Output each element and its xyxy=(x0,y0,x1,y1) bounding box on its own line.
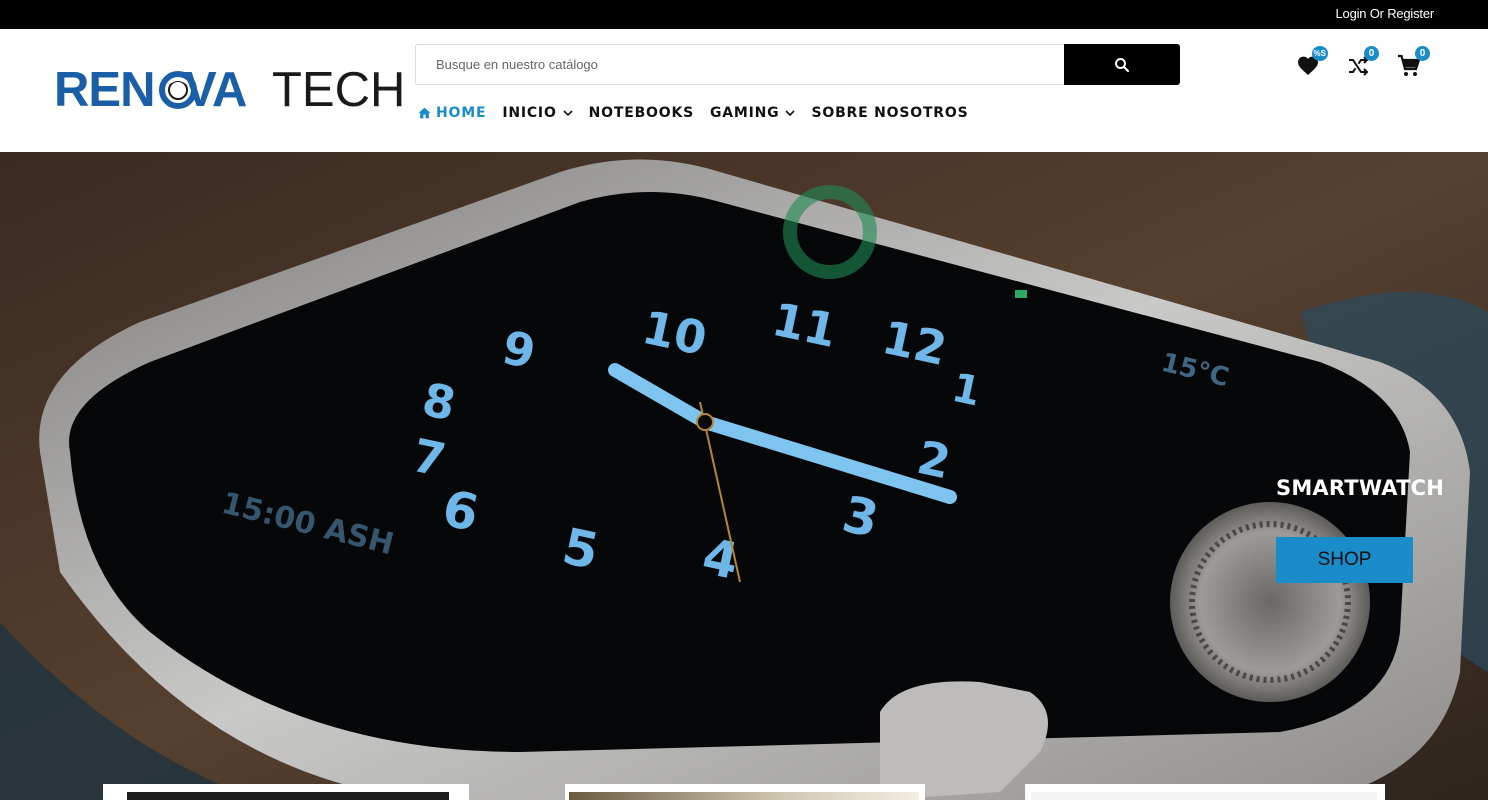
card-image xyxy=(569,792,919,800)
hero-slider[interactable]: 10 11 12 1 2 3 4 5 6 7 8 9 15°C 15:00 AS… xyxy=(0,152,1488,800)
product-card[interactable] xyxy=(565,784,925,800)
smartwatch-image: 10 11 12 1 2 3 4 5 6 7 8 9 15°C 15:00 AS… xyxy=(0,152,1488,800)
search-bar xyxy=(415,44,1180,85)
home-icon xyxy=(418,107,431,119)
nav-label-home: HOME xyxy=(436,105,487,121)
site-header: REN VA TECH %S xyxy=(0,29,1488,152)
product-card[interactable] xyxy=(1025,784,1385,800)
nav-label-sobre-nosotros: SOBRE NOSOTROS xyxy=(811,105,969,121)
chevron-down-icon xyxy=(785,109,796,116)
search-input[interactable] xyxy=(416,45,1066,84)
nav-label-inicio: INICIO xyxy=(502,105,557,121)
search-button[interactable] xyxy=(1064,44,1180,85)
logo-text-tech: TECH xyxy=(272,63,406,117)
cart-badge: 0 xyxy=(1415,46,1430,61)
top-bar: Login Or Register xyxy=(0,0,1488,29)
nav-item-home[interactable]: HOME xyxy=(418,105,486,121)
card-image xyxy=(127,792,449,800)
header-icons: %S 0 0 xyxy=(1292,46,1442,89)
wishlist-button[interactable]: %S xyxy=(1292,46,1328,85)
product-card[interactable] xyxy=(103,784,469,800)
chevron-down-icon xyxy=(563,109,573,116)
nav-item-notebooks[interactable]: NOTEBOOKS xyxy=(589,105,694,121)
nav-label-notebooks: NOTEBOOKS xyxy=(588,105,694,121)
logo-text-va: VA xyxy=(184,63,247,117)
nav-item-sobre-nosotros[interactable]: SOBRE NOSOTROS xyxy=(811,105,968,121)
renovatech-logo[interactable]: REN VA TECH xyxy=(54,63,405,117)
login-register-link[interactable]: Login Or Register xyxy=(1336,6,1435,21)
nav-item-inicio[interactable]: INICIO xyxy=(502,105,573,121)
hero-title: SMARTWATCH xyxy=(1276,476,1444,500)
wishlist-badge: %S xyxy=(1311,46,1328,61)
compare-button[interactable]: 0 xyxy=(1343,46,1379,85)
nav-label-gaming: GAMING xyxy=(710,105,780,121)
shop-button[interactable]: SHOP xyxy=(1276,537,1413,583)
logo-text-ren: REN xyxy=(54,63,155,117)
compare-badge: 0 xyxy=(1364,46,1379,61)
main-nav: HOME INICIO NOTEBOOKS GAMING SOBRE NOSOT… xyxy=(418,103,984,123)
nav-item-gaming[interactable]: GAMING xyxy=(710,105,796,121)
cart-button[interactable]: 0 xyxy=(1394,46,1430,85)
search-icon xyxy=(1115,57,1130,72)
card-image xyxy=(1031,792,1377,800)
